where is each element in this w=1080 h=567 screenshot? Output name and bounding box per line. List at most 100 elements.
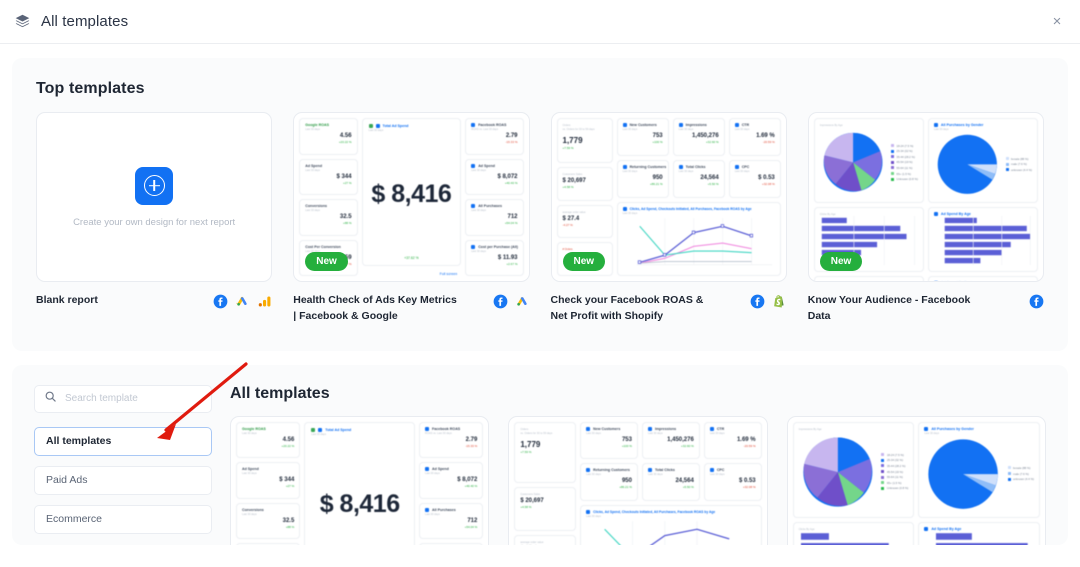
kpi-label: New Customers bbox=[629, 123, 657, 127]
preview-center-column: Total Ad Spend Last 30 days $ 8,416 +37.… bbox=[361, 118, 462, 276]
kpi-sub: Last 30 days bbox=[678, 169, 694, 173]
kpi-tile: Facebook ROAS ROAS vs. Last 30 days 2.79… bbox=[465, 118, 524, 155]
legend-label: unknown (4.4 %) bbox=[1011, 167, 1032, 172]
kpi-tile: New Customers Last 30 days 753 +100 % bbox=[580, 421, 638, 460]
kpi-value: $ 344 bbox=[336, 173, 352, 180]
sidebar-item-paid-ads[interactable]: Paid Ads bbox=[34, 465, 212, 495]
kpi-value: 2.79 bbox=[465, 436, 478, 443]
kpi-value: 1,450,276 bbox=[691, 133, 719, 139]
template-thumbnail[interactable]: Orders vs. Orders for 30 to 59 days 1,77… bbox=[550, 112, 787, 282]
kpi-sub: Last 30 days bbox=[305, 168, 320, 172]
kpi-value: $ 344 bbox=[279, 477, 295, 483]
kpi-label: CPC bbox=[716, 468, 725, 473]
kpi-label: Ad Spend bbox=[242, 467, 259, 471]
ad-spend-by-device-card-2: Ad Spend By Device Last 30 days bbox=[927, 276, 1038, 281]
kpi-delta: +32.08 % bbox=[761, 181, 775, 186]
kpi-value: 712 bbox=[467, 517, 478, 524]
template-card-health-check[interactable]: Google ROAS Last 30 days 4.56 +20.22 % A… bbox=[293, 112, 530, 325]
big-card-value: $ 8,416 bbox=[319, 490, 400, 518]
kpi-label: New Customers bbox=[593, 426, 621, 431]
kpi-value: $ 20,697 bbox=[520, 497, 544, 504]
big-card-title: Total Ad Spend bbox=[325, 427, 352, 432]
template-card-know-your-audience-2[interactable]: Impressions By Age 18-24 (7.5 %) 25-34 (… bbox=[786, 415, 1046, 545]
kpi-tile: Orders vs. Orders for 30 to 59 days 1,77… bbox=[514, 421, 577, 483]
kpi-value: 1.69 % bbox=[756, 133, 775, 139]
kpi-label: Conversions bbox=[305, 204, 328, 208]
window-top-bar: All templates × bbox=[0, 0, 1080, 44]
kpi-sub: Last 30 days bbox=[471, 168, 486, 172]
legend-label: 55-64 (11 %) bbox=[886, 475, 903, 480]
kpi-value: $ 27.4 bbox=[562, 215, 580, 222]
template-card-blank-report[interactable]: Create your own design for next report B… bbox=[36, 112, 273, 325]
preview-right-column: New Customers Last 30 days 753 +100 % Im… bbox=[616, 118, 781, 276]
template-card-title: Health Check of Ads Key Metrics | Facebo… bbox=[293, 294, 457, 322]
kpi-delta: +4.58 % bbox=[520, 504, 532, 509]
kpi-tile: CPC Last 30 days $ 0.53 +32.08 % bbox=[703, 463, 762, 502]
ad-spend-by-device-card: Ad Spend By Device bbox=[813, 276, 924, 281]
template-card-health-check-2[interactable]: Google ROAS Last 30 days 4.56 +20.22 % A… bbox=[230, 415, 490, 545]
kpi-value: 24,564 bbox=[675, 478, 694, 485]
kpi-delta: -20.59 % bbox=[762, 140, 775, 144]
kpi-value: $ 0.53 bbox=[758, 174, 775, 181]
kpi-label: Facebook ROAS bbox=[432, 426, 461, 431]
kpi-sub: Last 30 days bbox=[709, 431, 725, 435]
google-analytics-icon bbox=[257, 294, 272, 309]
kpi-sub: Last 30 days bbox=[425, 512, 440, 516]
legend-label: 25-34 (32 %) bbox=[896, 149, 913, 154]
kpi-value: $ 11.93 bbox=[497, 254, 518, 261]
kpi-sub: Last 30 days bbox=[678, 128, 694, 131]
close-icon[interactable]: × bbox=[1046, 11, 1068, 33]
templates-sidebar: All templates Paid Ads Ecommerce bbox=[34, 384, 212, 545]
kpi-value: 4.56 bbox=[282, 436, 295, 443]
kpi-value: 1,450,276 bbox=[667, 436, 694, 443]
pie-chart-right-2 bbox=[928, 438, 999, 509]
kpi-label: Conversions bbox=[242, 507, 264, 512]
kpi-value: $ 8,072 bbox=[497, 173, 518, 180]
kpi-tile: Conversions Last 30 days 32.5 +88 % bbox=[236, 502, 301, 539]
kpi-label: Google ROAS bbox=[242, 426, 266, 431]
kpi-sub: Last 30 days bbox=[622, 169, 638, 173]
kpi-label: Ad Spend bbox=[478, 163, 495, 168]
top-templates-grid: Create your own design for next report B… bbox=[36, 112, 1044, 325]
kpi-tile: Ad Spend Last 30 days $ 8,072 +40.40 % bbox=[465, 158, 524, 195]
sidebar-item-all-templates[interactable]: All templates bbox=[34, 426, 212, 456]
legend-label: 18-24 (7.5 %) bbox=[896, 143, 914, 148]
pie-legend-right: female (88 %) male (7.6 %) unknown (4.4 … bbox=[1005, 157, 1032, 172]
kpi-sub: Last 30 days bbox=[242, 431, 257, 435]
top-templates-heading: Top templates bbox=[36, 80, 145, 97]
template-card-facebook-roas-shopify-2[interactable]: Orders vs. Orders for 30 to 59 days 1,77… bbox=[508, 415, 768, 545]
ad-spend-by-age-bar-card-2: Ad Spend By Age bbox=[918, 521, 1040, 545]
bar-chart-right-2 bbox=[936, 532, 1029, 545]
template-thumbnail[interactable]: Impressions By Age 18-24 (7.5 %) 25-34 (… bbox=[807, 112, 1044, 282]
kpi-label: Cost per Purchase (All) bbox=[478, 244, 518, 249]
search-input[interactable] bbox=[65, 393, 202, 404]
kpi-value: 950 bbox=[621, 478, 632, 485]
kpi-sub: vs. Orders for 30 to 59 days bbox=[562, 128, 595, 131]
legend-label: 55-64 (11 %) bbox=[896, 165, 913, 170]
sidebar-item-ecommerce[interactable]: Ecommerce bbox=[34, 504, 212, 534]
preview-facebook-roas-dashboard-2: Orders vs. Orders for 30 to 59 days 1,77… bbox=[509, 417, 766, 545]
kpi-value: 1,779 bbox=[520, 439, 541, 449]
top-templates-panel: Top templates Create your own design for… bbox=[12, 58, 1068, 351]
legend-label: Unknown (0.8 %) bbox=[896, 177, 918, 182]
template-thumbnail[interactable]: Create your own design for next report bbox=[36, 112, 273, 282]
blank-report-caption: Create your own design for next report bbox=[73, 216, 236, 228]
search-template-box[interactable] bbox=[34, 384, 212, 413]
kpi-value: 712 bbox=[507, 214, 518, 220]
kpi-label: Orders bbox=[562, 124, 571, 127]
kpi-label: Facebook ROAS bbox=[478, 123, 507, 127]
kpi-sub: Last 30 days bbox=[425, 472, 440, 475]
kpi-delta: +32.60 % bbox=[705, 140, 719, 144]
template-card-know-your-audience[interactable]: Impressions By Age 18-24 (7.5 %) 25-34 (… bbox=[807, 112, 1044, 325]
kpi-label: Ad Spend bbox=[305, 163, 323, 168]
impressions-by-age-pie-card: Impressions By Age 18-24 (7.5 %) 25-34 (… bbox=[813, 118, 924, 203]
template-card-facebook-roas-shopify[interactable]: Orders vs. Orders for 30 to 59 days 1,77… bbox=[550, 112, 787, 325]
kpi-value: 2.79 bbox=[505, 133, 518, 139]
legend-label: male (7.6 %) bbox=[1011, 162, 1027, 167]
kpi-delta: +54.04 % bbox=[504, 221, 518, 225]
kpi-tile: All Purchases Last 30 days 712 +54.04 % bbox=[465, 199, 524, 236]
kpi-sub: Last 30 days bbox=[647, 431, 663, 435]
template-thumbnail[interactable]: Google ROAS Last 30 days 4.56 +20.22 % A… bbox=[293, 112, 530, 282]
chart-title: All Purchases by Gender bbox=[940, 123, 984, 127]
kpi-delta: +7.59 % bbox=[520, 449, 532, 454]
